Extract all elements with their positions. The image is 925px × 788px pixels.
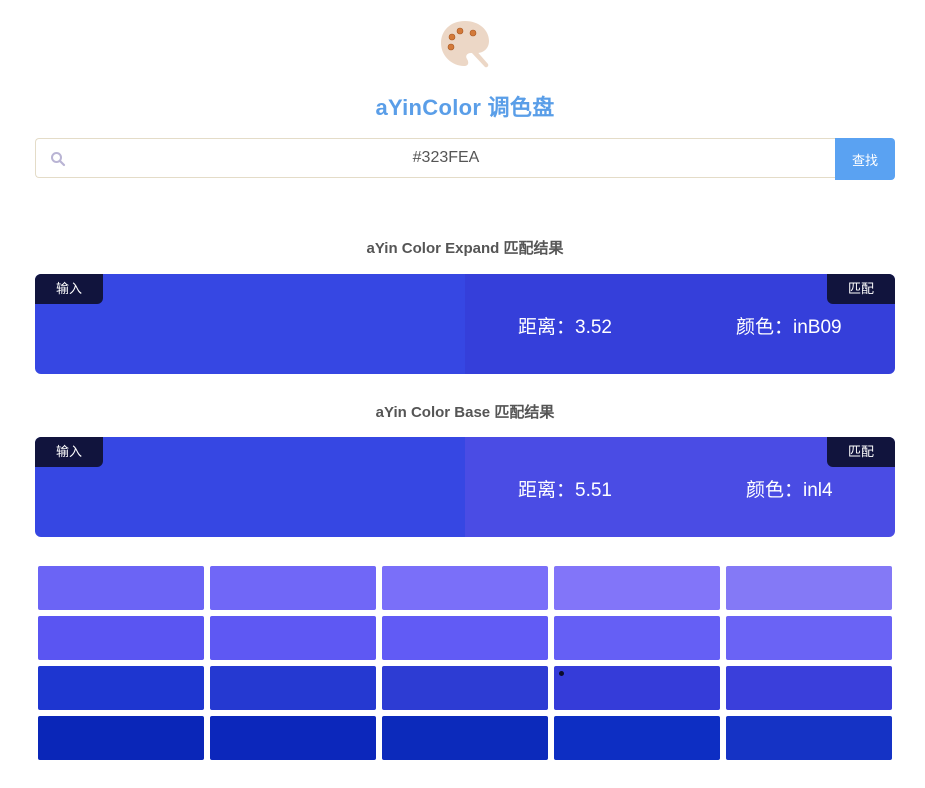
expand-match-card: 输入 匹配 距离：3.52 颜色：inB09: [35, 274, 895, 374]
input-tag: 输入: [35, 274, 103, 304]
color-swatch[interactable]: [726, 566, 892, 610]
color-swatch-grid: [38, 566, 892, 760]
base-match-card: 输入 匹配 距离：5.51 颜色：inl4: [35, 437, 895, 537]
color-swatch[interactable]: [726, 716, 892, 760]
palette-icon: [441, 21, 489, 68]
match-tag: 匹配: [827, 274, 895, 304]
distance-value: 距离：5.51: [518, 480, 612, 501]
color-swatch[interactable]: [382, 566, 548, 610]
color-name-value: 颜色：inl4: [746, 480, 833, 501]
search-icon: [51, 152, 66, 167]
color-swatch[interactable]: [382, 616, 548, 660]
color-swatch[interactable]: [726, 666, 892, 710]
color-swatch[interactable]: [382, 716, 548, 760]
input-tag: 输入: [35, 437, 103, 467]
color-swatch[interactable]: [38, 566, 204, 610]
color-swatch[interactable]: [38, 666, 204, 710]
color-swatch[interactable]: [726, 616, 892, 660]
page: aYinColor 调色盘 查找 aYin Color Expand 匹配结果 …: [0, 0, 925, 788]
color-swatch[interactable]: [210, 616, 376, 660]
distance-value: 距离：3.52: [518, 317, 612, 338]
color-swatch[interactable]: [554, 566, 720, 610]
color-swatch[interactable]: [554, 716, 720, 760]
input-color-swatch: 输入: [35, 274, 465, 374]
page-title: aYinColor 调色盘: [375, 95, 555, 120]
match-color-swatch: 匹配 距离：5.51 颜色：inl4: [465, 437, 895, 537]
search-button[interactable]: 查找: [835, 138, 895, 180]
selected-marker-icon: [559, 671, 564, 676]
color-swatch[interactable]: [38, 716, 204, 760]
match-color-swatch: 匹配 距离：3.52 颜色：inB09: [465, 274, 895, 374]
search-box: [35, 138, 835, 178]
color-swatch[interactable]: [210, 716, 376, 760]
color-swatch[interactable]: [554, 666, 720, 710]
match-tag: 匹配: [827, 437, 895, 467]
color-swatch[interactable]: [38, 616, 204, 660]
search-input[interactable]: [76, 139, 816, 177]
base-section-title: aYin Color Base 匹配结果: [375, 404, 555, 421]
color-swatch[interactable]: [382, 666, 548, 710]
color-swatch[interactable]: [210, 566, 376, 610]
color-swatch[interactable]: [554, 616, 720, 660]
color-swatch[interactable]: [210, 666, 376, 710]
expand-section-title: aYin Color Expand 匹配结果: [366, 240, 564, 257]
input-color-swatch: 输入: [35, 437, 465, 537]
color-name-value: 颜色：inB09: [736, 317, 842, 338]
